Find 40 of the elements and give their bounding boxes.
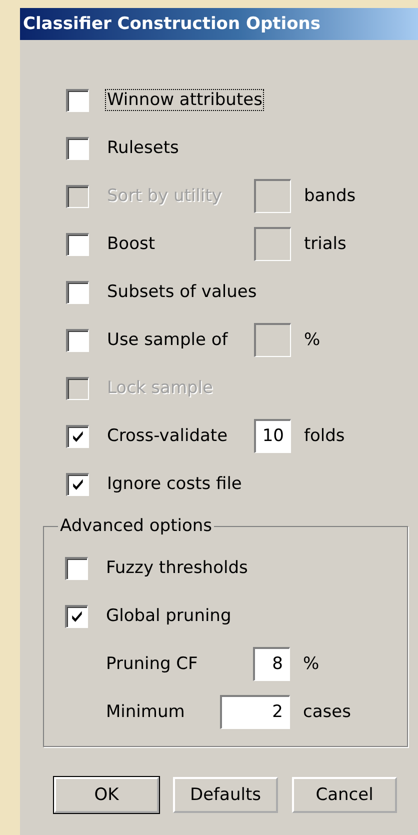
- check-icon: [70, 429, 86, 444]
- group-legend: Advanced options: [58, 516, 214, 536]
- checkbox[interactable]: [66, 280, 89, 304]
- unit-label: cases: [303, 702, 351, 722]
- dialog-button[interactable]: OK: [54, 777, 159, 813]
- checkbox[interactable]: [66, 136, 89, 160]
- input-field[interactable]: [254, 179, 291, 213]
- check-icon: [70, 609, 84, 624]
- checkbox[interactable]: [65, 604, 88, 628]
- checkbox-label[interactable]: Fuzzy thresholds: [104, 557, 250, 579]
- checkbox-label[interactable]: Subsets of values: [105, 281, 259, 303]
- checkbox-label[interactable]: Use sample of: [105, 329, 249, 351]
- checkbox-label[interactable]: Boost: [105, 233, 249, 255]
- field-label: Minimum: [105, 701, 186, 723]
- checkbox[interactable]: [66, 88, 89, 112]
- checkbox-label[interactable]: Cross-validate: [105, 425, 249, 447]
- unit-label: %: [303, 654, 320, 674]
- checkbox[interactable]: [66, 472, 89, 496]
- field-label: Pruning CF: [105, 653, 199, 675]
- dialog-button[interactable]: Cancel: [292, 777, 397, 813]
- unit-label: %: [304, 330, 320, 350]
- checkbox[interactable]: [66, 232, 89, 256]
- unit-label: trials: [304, 234, 346, 254]
- window-title: Classifier Construction Options: [23, 14, 320, 34]
- unit-label: folds: [304, 426, 345, 446]
- dialog-button[interactable]: Defaults: [173, 777, 278, 813]
- input-field[interactable]: 10: [254, 419, 291, 453]
- checkbox-label[interactable]: Global pruning: [104, 605, 248, 627]
- checkbox[interactable]: [65, 556, 88, 580]
- input-field[interactable]: [254, 227, 291, 261]
- checkbox[interactable]: [66, 328, 89, 352]
- checkbox[interactable]: [66, 424, 89, 448]
- checkbox-label[interactable]: Ignore costs file: [105, 473, 249, 495]
- check-icon: [70, 477, 86, 492]
- input-field[interactable]: [254, 323, 291, 357]
- input-field[interactable]: 2: [220, 695, 290, 729]
- checkbox-label[interactable]: Rulesets: [105, 137, 249, 159]
- checkbox-label[interactable]: Winnow attributes: [105, 89, 264, 111]
- unit-label: bands: [304, 186, 356, 206]
- input-field[interactable]: 8: [253, 647, 290, 681]
